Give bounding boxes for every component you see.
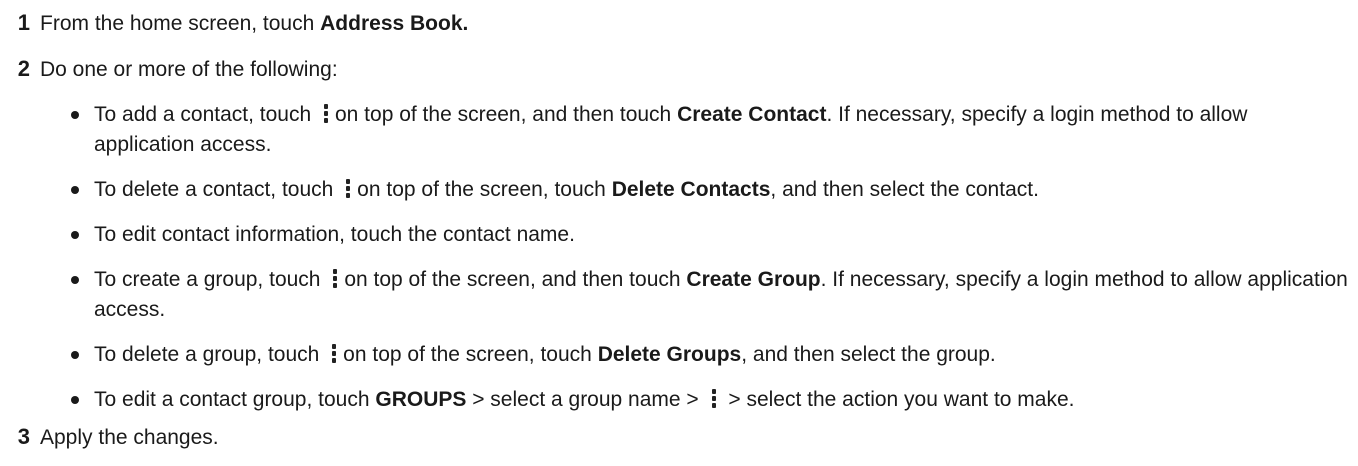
list-item-add-contact: To add a contact, touch on top of the sc…: [68, 100, 1348, 160]
kebab-menu-icon: [331, 343, 337, 365]
list-item-edit-group: To edit a contact group, touch GROUPS > …: [68, 385, 1348, 415]
bullet-icon: [71, 231, 79, 239]
bullet-icon: [71, 396, 79, 404]
kebab-menu-icon: [323, 103, 329, 125]
step-text: Do one or more of the following:: [40, 58, 338, 81]
bullet-icon: [71, 186, 79, 194]
bullet-icon: [71, 111, 79, 119]
address-book-label: Address Book.: [320, 12, 469, 35]
step-1: 1 From the home screen, touch Address Bo…: [0, 8, 469, 39]
step-text: Apply the changes.: [40, 426, 219, 449]
delete-contacts-label: Delete Contacts: [611, 178, 771, 201]
list-item-delete-contact: To delete a contact, touch on top of the…: [68, 175, 1348, 205]
kebab-menu-icon: [332, 268, 338, 290]
step-text: From the home screen, touch Address Book…: [40, 12, 469, 35]
options-list: To add a contact, touch on top of the sc…: [68, 100, 1348, 430]
bullet-icon: [71, 351, 79, 359]
list-item-create-group: To create a group, touch on top of the s…: [68, 265, 1348, 325]
step-number: 2: [17, 56, 30, 81]
step-number: 1: [17, 10, 30, 35]
step-2: 2 Do one or more of the following:: [0, 54, 338, 85]
step-number: 3: [17, 424, 30, 449]
kebab-menu-icon: [345, 178, 351, 200]
bullet-icon: [71, 276, 79, 284]
groups-label: GROUPS: [375, 388, 467, 411]
list-item-edit-contact: To edit contact information, touch the c…: [68, 220, 1348, 250]
instructions-page: 1 From the home screen, touch Address Bo…: [0, 0, 1358, 466]
create-group-label: Create Group: [686, 268, 821, 291]
step-3: 3 Apply the changes.: [0, 422, 219, 453]
create-contact-label: Create Contact: [677, 103, 827, 126]
list-item-delete-group: To delete a group, touch on top of the s…: [68, 340, 1348, 370]
kebab-menu-icon: [711, 388, 717, 410]
delete-groups-label: Delete Groups: [597, 343, 742, 366]
